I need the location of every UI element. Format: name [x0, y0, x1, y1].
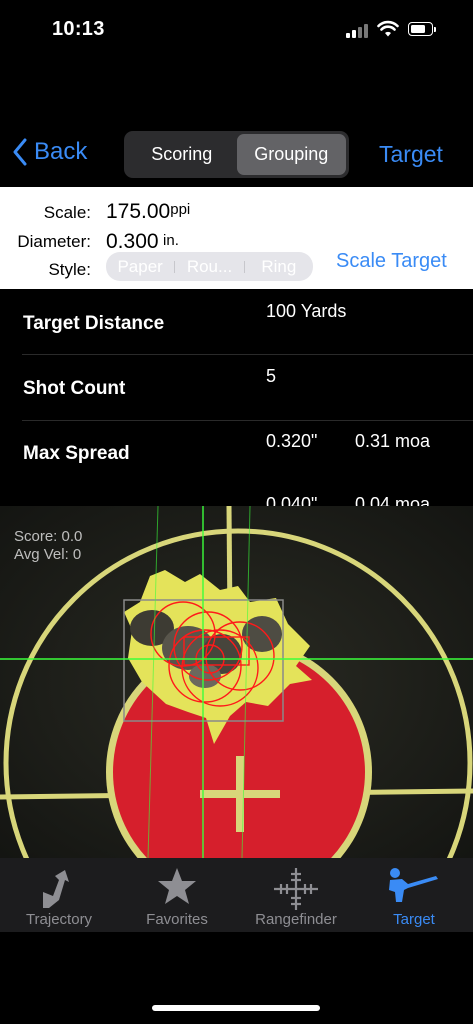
max-spread-label: Max Spread: [23, 443, 130, 464]
max-spread-inches: 0.320": [266, 431, 318, 451]
scale-label: Scale:: [43, 203, 91, 222]
segment-grouping[interactable]: Grouping: [236, 134, 346, 175]
target-distance-value[interactable]: 100 Yards: [266, 301, 346, 322]
shot-count-value: 5: [266, 366, 277, 386]
tab-favorites[interactable]: Favorites: [118, 858, 236, 932]
bullet-hole: [189, 664, 221, 688]
tab-rangefinder[interactable]: Rangefinder: [237, 858, 355, 932]
cellular-signal-icon: [346, 24, 370, 38]
tab-label: Trajectory: [25, 911, 93, 928]
scale-field[interactable]: 175.00ppi: [106, 200, 190, 224]
style-option-ring[interactable]: Ring: [245, 257, 313, 277]
score-overlay: Score: 0.0 Avg Vel: 0: [14, 528, 82, 564]
max-spread-moa: 0.31 moa: [355, 431, 431, 451]
tab-label: Favorites: [146, 911, 208, 928]
style-option-paper[interactable]: Paper: [106, 257, 174, 277]
scale-unit: ppi: [170, 201, 191, 218]
diameter-unit: in.: [163, 232, 179, 249]
back-button[interactable]: Back: [12, 138, 87, 166]
target-distance-label: Target Distance: [23, 313, 165, 334]
target-nav-button[interactable]: Target: [379, 141, 443, 168]
tab-target[interactable]: Target: [355, 858, 473, 932]
home-indicator[interactable]: [152, 1005, 320, 1011]
tab-label: Rangefinder: [255, 911, 337, 928]
diameter-label: Diameter:: [17, 232, 91, 251]
bullet-hole: [242, 616, 282, 652]
scale-value: 175.00: [106, 200, 171, 223]
tab-label: Target: [393, 911, 435, 928]
diameter-value: 0.300: [106, 230, 159, 253]
divider: [22, 420, 473, 421]
crosshair-icon: [274, 868, 318, 910]
trajectory-icon: [43, 870, 69, 908]
style-label: Style:: [48, 260, 91, 279]
chevron-left-icon: [13, 138, 27, 166]
star-icon: [158, 868, 196, 904]
shooter-icon: [389, 868, 438, 902]
divider: [22, 354, 473, 355]
scale-target-button[interactable]: Scale Target: [336, 250, 447, 273]
target-image-view[interactable]: Score: 0.0 Avg Vel: 0: [0, 506, 473, 858]
tab-bar: Trajectory Favorites Rangefinder Target: [0, 858, 473, 932]
back-label: Back: [34, 138, 88, 165]
battery-icon: [408, 22, 438, 38]
shot-count-label: Shot Count: [23, 378, 126, 399]
segment-scoring[interactable]: Scoring: [127, 134, 237, 175]
status-time: 10:13: [52, 18, 105, 40]
style-option-round[interactable]: Rou...: [175, 257, 243, 277]
diameter-field[interactable]: 0.300 in.: [106, 230, 179, 254]
score-text: Score: 0.0: [14, 528, 83, 545]
tab-trajectory[interactable]: Trajectory: [0, 858, 118, 932]
avg-velocity-text: Avg Vel: 0: [14, 546, 82, 563]
style-segmented-control[interactable]: Paper Rou... Ring: [106, 252, 313, 281]
mode-segmented-control[interactable]: Scoring Grouping: [124, 131, 349, 178]
wifi-icon: [377, 20, 399, 37]
